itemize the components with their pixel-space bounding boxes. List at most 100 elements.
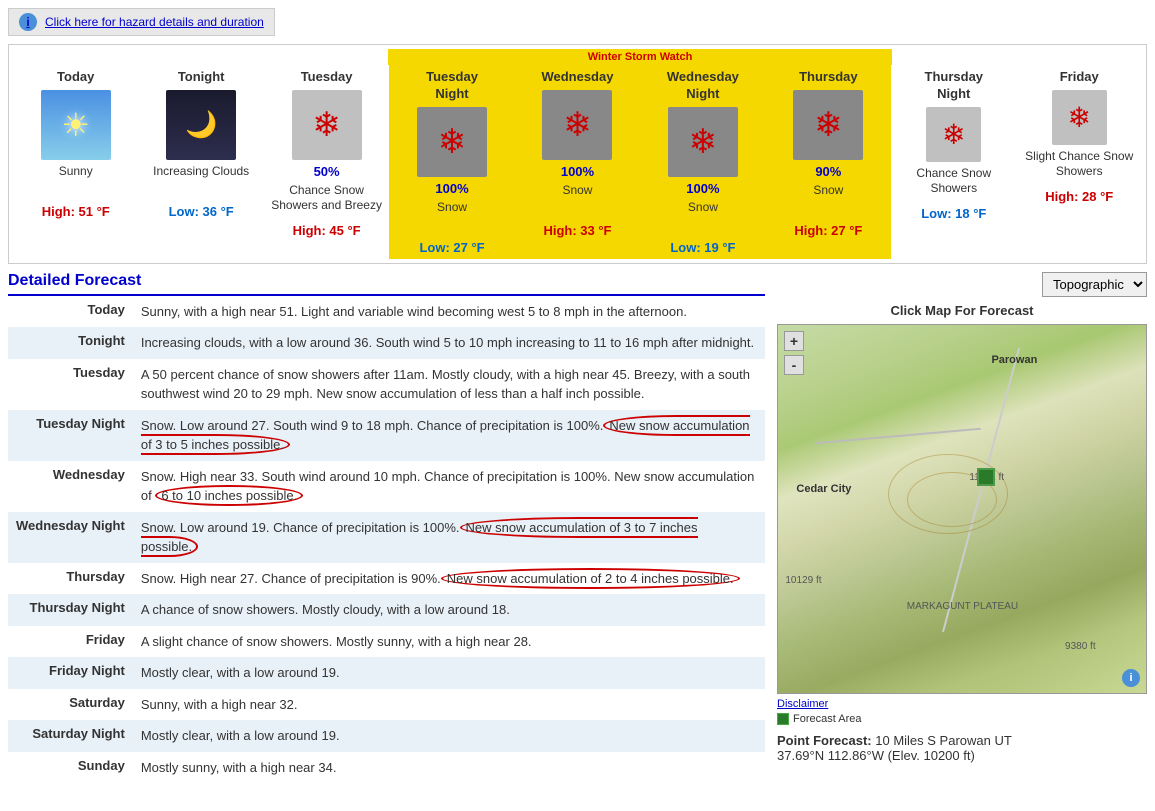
- highlighted-text: New snow accumulation of 3 to 5 inches p…: [141, 415, 750, 456]
- forecast-day: Tuesday❄50%Chance Snow Showers and Breez…: [264, 65, 389, 259]
- temperature: Low: 19 °F: [642, 240, 763, 255]
- highlighted-text: New snow accumulation of 3 to 7 inches p…: [141, 517, 698, 558]
- temperature: High: 51 °F: [15, 204, 136, 219]
- forecast-day: Tonight🌙Increasing CloudsLow: 36 °F: [138, 65, 263, 259]
- temperature: High: 27 °F: [768, 223, 889, 238]
- period-label: Tuesday Night: [8, 410, 133, 461]
- period-label: Friday Night: [8, 657, 133, 689]
- highlighted-text: 6 to 10 inches possible.: [155, 485, 303, 506]
- period-label: Friday: [8, 626, 133, 658]
- precip-chance: 100%: [642, 181, 763, 196]
- period-text: Mostly clear, with a low around 19.: [133, 657, 765, 689]
- period-text: Snow. High near 33. South wind around 10…: [133, 461, 765, 512]
- condition-text: Slight Chance Snow Showers: [1021, 149, 1138, 185]
- period-label: Today: [8, 296, 133, 328]
- table-row: TuesdayA 50 percent chance of snow showe…: [8, 359, 765, 410]
- weather-icon: ❄: [668, 107, 738, 177]
- condition-text: Snow: [393, 200, 510, 236]
- forecast-day: Today☀SunnyHigh: 51 °F: [13, 65, 138, 259]
- forecast-strip: Winter Storm Watch Today☀SunnyHigh: 51 °…: [8, 44, 1147, 264]
- condition-text: Chance Snow Showers: [895, 166, 1012, 202]
- condition-text: Snow: [644, 200, 761, 236]
- point-forecast-location: 10 Miles S Parowan UT: [875, 733, 1012, 748]
- forecast-marker[interactable]: [977, 468, 995, 486]
- weather-icon: ❄: [926, 107, 981, 162]
- day-name: Tuesday: [266, 69, 387, 86]
- forecast-day: TuesdayNight❄100%SnowLow: 27 °F: [389, 65, 514, 259]
- map-type-select[interactable]: Topographic: [1042, 272, 1147, 297]
- map-label-plateau: MARKAGUNT PLATEAU: [907, 601, 1018, 612]
- period-label: Wednesday: [8, 461, 133, 512]
- zoom-out-button[interactable]: -: [784, 355, 804, 375]
- table-row: Friday NightMostly clear, with a low aro…: [8, 657, 765, 689]
- temperature: Low: 27 °F: [391, 240, 512, 255]
- forecast-day: Friday❄Slight Chance Snow ShowersHigh: 2…: [1017, 65, 1142, 259]
- day-name: Thursday: [768, 69, 889, 86]
- day-name: WednesdayNight: [642, 69, 763, 103]
- weather-icon: ❄: [292, 90, 362, 160]
- table-row: SaturdaySunny, with a high near 32.: [8, 689, 765, 721]
- forecast-area-indicator: Forecast Area: [777, 713, 1147, 725]
- point-forecast-label: Point Forecast:: [777, 733, 872, 748]
- condition-text: Increasing Clouds: [142, 164, 259, 200]
- zoom-in-button[interactable]: +: [784, 331, 804, 351]
- day-name: Today: [15, 69, 136, 86]
- period-text: Snow. Low around 19. Chance of precipita…: [133, 512, 765, 563]
- day-name: Friday: [1019, 69, 1140, 86]
- table-row: WednesdaySnow. High near 33. South wind …: [8, 461, 765, 512]
- map-container[interactable]: Parowan Cedar City 11311 ft MARKAGUNT PL…: [777, 324, 1147, 694]
- precip-chance: 100%: [517, 164, 638, 179]
- table-row: Tuesday NightSnow. Low around 27. South …: [8, 410, 765, 461]
- forecast-detail: Detailed Forecast Today Sunny, with a hig…: [8, 272, 765, 784]
- table-row: SundayMostly sunny, with a high near 34.: [8, 752, 765, 784]
- condition-text: Snow: [519, 183, 636, 219]
- table-row: Saturday NightMostly clear, with a low a…: [8, 720, 765, 752]
- table-row: TonightIncreasing clouds, with a low aro…: [8, 327, 765, 359]
- day-name: Wednesday: [517, 69, 638, 86]
- period-text: Increasing clouds, with a low around 36.…: [133, 327, 765, 359]
- map-footer: Disclaimer Forecast Area: [777, 698, 1147, 725]
- period-text: Snow. High near 27. Chance of precipitat…: [133, 563, 765, 595]
- period-label: Tonight: [8, 327, 133, 359]
- weather-icon: ❄: [1052, 90, 1107, 145]
- period-label: Thursday Night: [8, 594, 133, 626]
- detailed-forecast-title: Detailed Forecast: [8, 272, 765, 296]
- hazard-link[interactable]: Click here for hazard details and durati…: [45, 15, 264, 29]
- map-click-label: Click Map For Forecast: [777, 303, 1147, 318]
- period-label: Saturday: [8, 689, 133, 721]
- condition-text: Snow: [770, 183, 887, 219]
- forecast-day: Thursday❄90%SnowHigh: 27 °F: [766, 65, 891, 259]
- map-info-button[interactable]: i: [1122, 669, 1140, 687]
- period-label: Wednesday Night: [8, 512, 133, 563]
- period-label: Thursday: [8, 563, 133, 595]
- map-panel: Topographic Click Map For Forecast Parow…: [777, 272, 1147, 784]
- period-text: Mostly clear, with a low around 19.: [133, 720, 765, 752]
- forecast-day: ThursdayNight ❄ Chance Snow Showers Low: 18…: [891, 65, 1016, 259]
- period-text: A 50 percent chance of snow showers afte…: [133, 359, 765, 410]
- precip-chance: 90%: [768, 164, 889, 179]
- temperature: Low: 18 °F: [893, 206, 1014, 221]
- period-text: A chance of snow showers. Mostly cloudy,…: [133, 594, 765, 626]
- table-row: Wednesday NightSnow. Low around 19. Chan…: [8, 512, 765, 563]
- period-text: Sunny, with a high near 32.: [133, 689, 765, 721]
- weather-icon: ❄: [417, 107, 487, 177]
- highlighted-text: New snow accumulation of 2 to 4 inches p…: [441, 568, 740, 589]
- map-label-parowan: Parowan: [991, 354, 1037, 366]
- map-label-cedar-city: Cedar City: [796, 483, 851, 495]
- disclaimer-link[interactable]: Disclaimer: [777, 698, 828, 710]
- weather-icon: ☀: [41, 90, 111, 160]
- main-content: Detailed Forecast Today Sunny, with a hig…: [8, 272, 1147, 784]
- hazard-bar[interactable]: i Click here for hazard details and dura…: [8, 8, 275, 36]
- info-icon: i: [19, 13, 37, 31]
- period-text: Snow. Low around 27. South wind 9 to 18 …: [133, 410, 765, 461]
- day-name: ThursdayNight: [893, 69, 1014, 103]
- period-label: Sunday: [8, 752, 133, 784]
- period-text: Mostly sunny, with a high near 34.: [133, 752, 765, 784]
- weather-icon: 🌙: [166, 90, 236, 160]
- table-row: FridayA slight chance of snow showers. M…: [8, 626, 765, 658]
- condition-text: Chance Snow Showers and Breezy: [268, 183, 385, 219]
- day-name: Tonight: [140, 69, 261, 86]
- day-name: TuesdayNight: [391, 69, 512, 103]
- map-label-elevation2: 10129 ft: [785, 575, 821, 586]
- temperature: High: 45 °F: [266, 223, 387, 238]
